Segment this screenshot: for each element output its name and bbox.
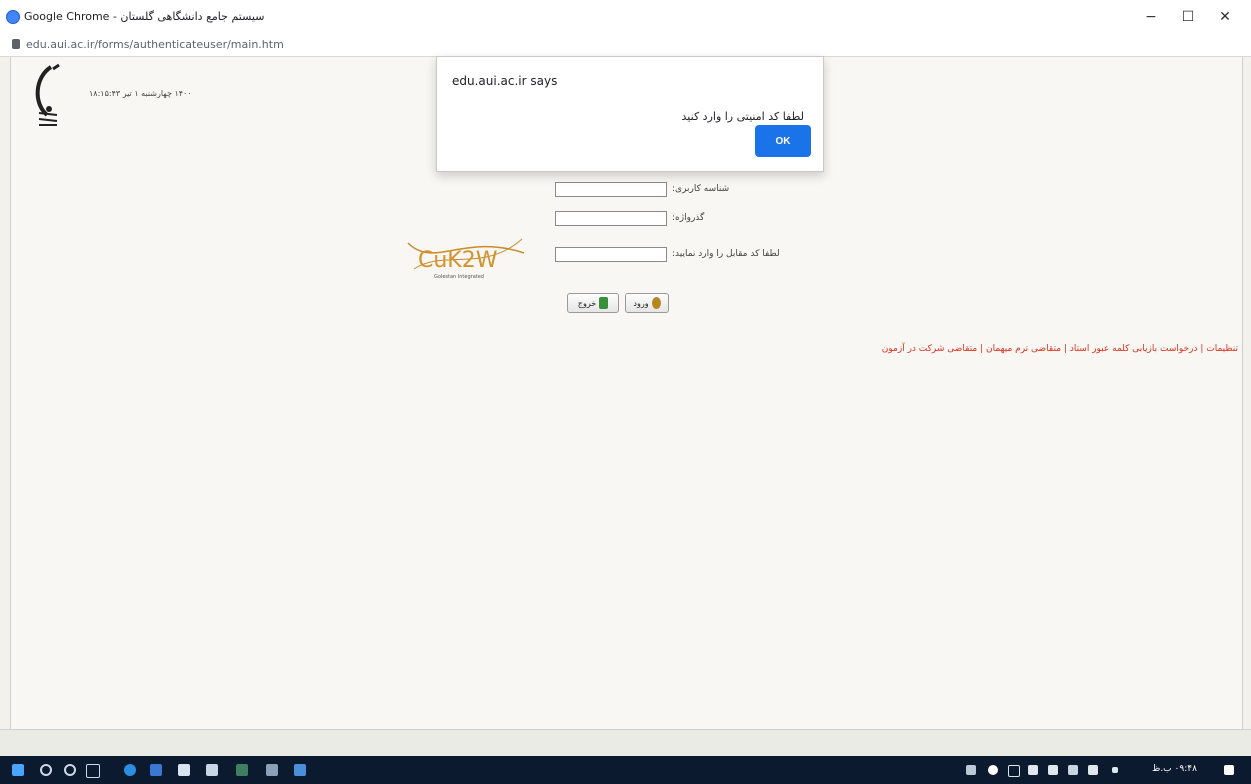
store-icon[interactable] [150, 764, 162, 776]
taskbar-clock[interactable]: ۰۹:۴۸ ب.ظ [1152, 764, 1197, 774]
url-text[interactable]: edu.aui.ac.ir/forms/authenticateuser/mai… [26, 38, 284, 51]
briefcase-icon[interactable] [178, 764, 190, 776]
tray-icon[interactable] [1028, 765, 1038, 775]
captcha-subtext: Golestan Integrated [434, 274, 484, 280]
login-icon [651, 297, 661, 309]
username-row: شناسه کاربری: [551, 182, 811, 198]
footer-links: تنظیمات | درخواست بازیابی کلمه عبور استا… [882, 344, 1238, 354]
link-exam-applicant[interactable]: متقاضی شرکت در آزمون [882, 344, 977, 354]
link-password-recovery[interactable]: درخواست بازیابی کلمه عبور استاد [1070, 344, 1198, 354]
app-icon[interactable] [236, 764, 248, 776]
keyboard-icon[interactable] [966, 765, 976, 775]
link-separator: | [1063, 344, 1067, 354]
volume-icon[interactable] [1088, 765, 1098, 775]
captcha-row: لطفا کد مقابل را وارد نمایید: [551, 247, 831, 263]
captcha-label: لطفا کد مقابل را وارد نمایید: [672, 249, 780, 259]
link-separator: | [1200, 344, 1204, 354]
task-view-icon[interactable] [86, 764, 100, 778]
alert-dialog: edu.aui.ac.ir says لطفا کد امنیتی را وار… [436, 56, 824, 172]
password-label: گذرواژه: [672, 213, 705, 223]
captcha-image: CuK2W Golestan Integrated [404, 229, 530, 281]
login-button-label: ورود [633, 298, 649, 308]
link-settings[interactable]: تنظیمات [1206, 344, 1238, 354]
language-icon[interactable] [1112, 767, 1118, 773]
dialog-title: edu.aui.ac.ir says [452, 74, 558, 88]
mail-icon[interactable] [206, 764, 218, 776]
start-icon[interactable] [12, 764, 24, 776]
link-guest-term[interactable]: متقاضی ترم میهمان [986, 344, 1061, 354]
address-bar[interactable]: edu.aui.ac.ir/forms/authenticateuser/mai… [0, 34, 1251, 57]
username-label: شناسه کاربری: [672, 184, 730, 194]
captcha-text: CuK2W [418, 248, 498, 273]
exit-button-label: خروج [577, 298, 597, 308]
search-icon[interactable] [40, 764, 52, 776]
tray-icon[interactable] [1048, 765, 1058, 775]
username-input[interactable] [555, 182, 667, 197]
date-time: ۱۴۰۰ چهارشنبه ۱ تیر ۱۸:۱۵:۴۳ [89, 89, 192, 98]
university-logo [35, 63, 60, 126]
restore-button[interactable]: ☐ [1170, 5, 1206, 29]
chrome-icon [6, 10, 20, 24]
password-input[interactable] [555, 211, 667, 226]
login-button[interactable]: ورود [625, 293, 669, 313]
tray-icon[interactable] [1008, 765, 1020, 777]
network-icon[interactable] [1068, 765, 1078, 775]
status-strip [0, 729, 1251, 756]
minimize-button[interactable]: − [1133, 5, 1169, 29]
window-title: Google Chrome - سیستم جامع دانشگاهی گلست… [24, 10, 265, 23]
exit-icon [599, 297, 609, 309]
close-button[interactable]: ✕ [1207, 5, 1243, 29]
app-icon[interactable] [294, 764, 306, 776]
tray-icon[interactable] [988, 765, 998, 775]
link-separator: | [980, 344, 984, 354]
taskbar: ۰۹:۴۸ ب.ظ [0, 756, 1251, 784]
password-row: گذرواژه: [551, 211, 811, 227]
dialog-message: لطفا کد امنیتی را وارد کنید [681, 110, 804, 123]
ok-button[interactable]: OK [755, 125, 811, 157]
window-titlebar: Google Chrome - سیستم جامع دانشگاهی گلست… [0, 0, 1251, 35]
app-icon[interactable] [266, 764, 278, 776]
cortana-icon[interactable] [64, 764, 76, 776]
captcha-input[interactable] [555, 247, 667, 262]
lock-icon [12, 39, 20, 49]
exit-button[interactable]: خروج [567, 293, 619, 313]
edge-icon[interactable] [124, 764, 136, 776]
notification-icon[interactable] [1224, 765, 1234, 775]
